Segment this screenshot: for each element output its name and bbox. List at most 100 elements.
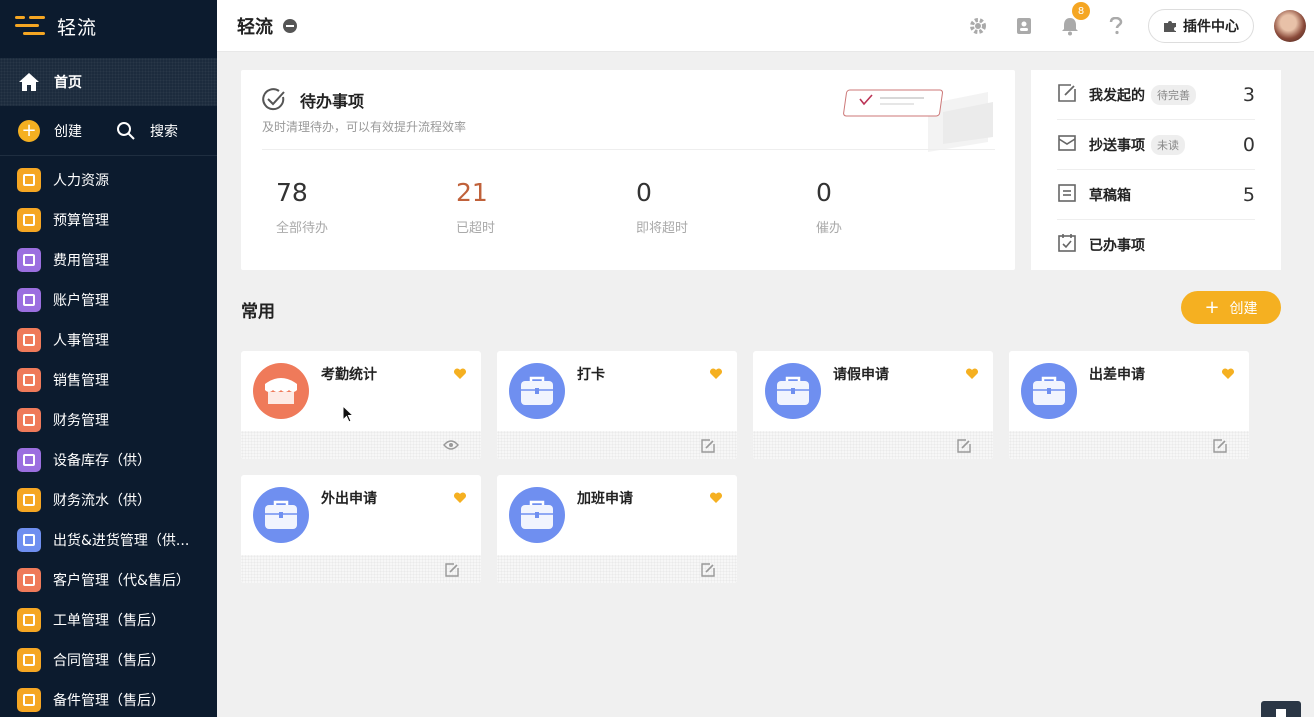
app-card[interactable]: 出差申请	[1009, 351, 1249, 459]
floating-widget-button[interactable]	[1261, 701, 1301, 717]
question-icon	[1109, 17, 1123, 35]
plugin-label: 插件中心	[1183, 19, 1239, 35]
app-card[interactable]: 请假申请	[753, 351, 993, 459]
sidebar-item[interactable]: 合同管理（售后）	[0, 640, 217, 680]
settings-button[interactable]	[966, 14, 990, 38]
sidebar-item[interactable]: 预算管理	[0, 200, 217, 240]
app-card[interactable]: 打卡	[497, 351, 737, 459]
notifications-button[interactable]: 8	[1058, 2, 1090, 38]
heart-icon[interactable]	[1221, 365, 1235, 384]
quick-actions: + 创建 搜索	[0, 106, 217, 156]
app-name: 出差申请	[1089, 367, 1145, 383]
todo-divider	[262, 149, 995, 150]
workspace-title[interactable]: 轻流	[237, 0, 297, 52]
side-panel-label: 抄送事项	[1089, 137, 1145, 154]
todo-stat[interactable]: 21 已超时	[456, 178, 636, 236]
sidebar-item[interactable]: 账户管理	[0, 280, 217, 320]
todo-stat[interactable]: 0 即将超时	[636, 178, 816, 236]
briefcase-icon	[765, 363, 821, 419]
sidebar-item[interactable]: 出货&进货管理（供...	[0, 520, 217, 560]
side-panel-item[interactable]: 已办事项	[1057, 220, 1255, 270]
search-icon	[117, 121, 135, 140]
sidebar-item-label: 预算管理	[53, 213, 109, 229]
sidebar-item-label: 财务管理	[53, 413, 109, 429]
app-name: 请假申请	[833, 367, 889, 383]
side-panel-item[interactable]: 抄送事项 未读 0	[1057, 120, 1255, 170]
shop-icon	[253, 363, 309, 419]
plugin-center-button[interactable]: 插件中心	[1148, 9, 1254, 43]
todo-title[interactable]: 待办事项	[262, 88, 466, 112]
side-panel-count: 5	[1242, 183, 1255, 206]
heart-icon[interactable]	[709, 365, 723, 384]
avatar[interactable]	[1274, 10, 1306, 42]
todo-subtitle: 及时清理待办，可以有效提升流程效率	[262, 120, 467, 134]
todo-stats: 78 全部待办 21 已超时 0 即将超时 0 催办	[276, 178, 996, 236]
app-name: 外出申请	[321, 491, 377, 507]
create-app-button[interactable]: + 创建	[1181, 291, 1281, 324]
ledger-icon	[17, 488, 41, 512]
app-card[interactable]: 外出申请	[241, 475, 481, 583]
sidebar-search-button[interactable]: 搜索	[116, 121, 178, 141]
calendar-check-icon	[1057, 233, 1089, 257]
list-icon	[17, 608, 41, 632]
sidebar-app-list: 人力资源预算管理费用管理 账户管理 人事管理 销售管理财务管理设备库存（供） 财务流水（…	[0, 156, 217, 717]
side-panel-label: 草稿箱	[1089, 187, 1131, 204]
sidebar-item[interactable]: 人事管理	[0, 320, 217, 360]
todo-stat[interactable]: 0 催办	[816, 178, 996, 236]
home-icon	[19, 73, 39, 91]
todo-title-text: 待办事项	[300, 92, 365, 111]
app-card-footer	[241, 431, 481, 459]
sidebar-item[interactable]: 财务管理	[0, 400, 217, 440]
sidebar-item-label: 财务流水（供）	[53, 493, 151, 509]
todo-stat-label: 催办	[816, 221, 843, 236]
side-panel-item[interactable]: 草稿箱 5	[1057, 170, 1255, 220]
sidebar-item-label: 首页	[54, 75, 82, 91]
sidebar-item-label: 出货&进货管理（供...	[53, 533, 190, 549]
sidebar-item[interactable]: 费用管理	[0, 240, 217, 280]
sidebar-item-label: 客户管理（代&售后）	[53, 573, 190, 589]
app-name: 加班申请	[577, 491, 633, 507]
app-card-footer	[1009, 431, 1249, 459]
todo-stat-value: 0	[816, 178, 832, 207]
notification-badge: 8	[1072, 2, 1090, 20]
todo-card: 待办事项 及时清理待办，可以有效提升流程效率 78 全部待办 21 已超时 0 即将超时 0…	[241, 70, 1015, 270]
switch-workspace-icon[interactable]	[283, 19, 297, 33]
heart-icon[interactable]	[965, 365, 979, 384]
status-badge: 未读	[1151, 134, 1185, 155]
flask-icon	[17, 688, 41, 712]
logo[interactable]: 轻流	[0, 0, 217, 52]
plus-icon: +	[1204, 296, 1220, 318]
check-circle-icon	[262, 88, 285, 111]
draft-box-icon	[1057, 183, 1089, 207]
todo-illustration-icon	[843, 89, 993, 152]
sidebar-item[interactable]: 设备库存（供）	[0, 440, 217, 480]
sidebar-item[interactable]: 客户管理（代&售后）	[0, 560, 217, 600]
sidebar-item[interactable]: 工单管理（售后）	[0, 600, 217, 640]
heart-icon[interactable]	[453, 489, 467, 508]
sidebar-item[interactable]: 人力资源	[0, 160, 217, 200]
todo-stat[interactable]: 78 全部待办	[276, 178, 456, 236]
building-icon	[17, 568, 41, 592]
heart-icon[interactable]	[453, 365, 467, 384]
app-card[interactable]: 考勤统计	[241, 351, 481, 459]
workspace-name: 轻流	[237, 17, 273, 38]
app-name: 打卡	[577, 367, 605, 383]
contacts-button[interactable]	[1012, 14, 1036, 38]
robot-icon	[17, 248, 41, 272]
sidebar-item[interactable]: 备件管理（售后）	[0, 680, 217, 717]
robot-icon	[17, 288, 41, 312]
help-button[interactable]	[1104, 14, 1128, 38]
create-label: 创建	[54, 123, 82, 140]
gear-icon	[970, 18, 986, 34]
todo-stat-label: 已超时	[456, 221, 496, 236]
side-panel-item[interactable]: 我发起的 待完善 3	[1057, 70, 1255, 120]
sidebar-item[interactable]: 财务流水（供）	[0, 480, 217, 520]
robot-icon	[17, 448, 41, 472]
heart-icon[interactable]	[709, 489, 723, 508]
sidebar-item-home[interactable]: 首页	[0, 58, 217, 106]
sidebar-item[interactable]: 销售管理	[0, 360, 217, 400]
app-card[interactable]: 加班申请	[497, 475, 737, 583]
sidebar-create-button[interactable]: + 创建	[18, 119, 82, 142]
flask-icon	[17, 168, 41, 192]
side-panel-label: 我发起的	[1089, 87, 1145, 104]
